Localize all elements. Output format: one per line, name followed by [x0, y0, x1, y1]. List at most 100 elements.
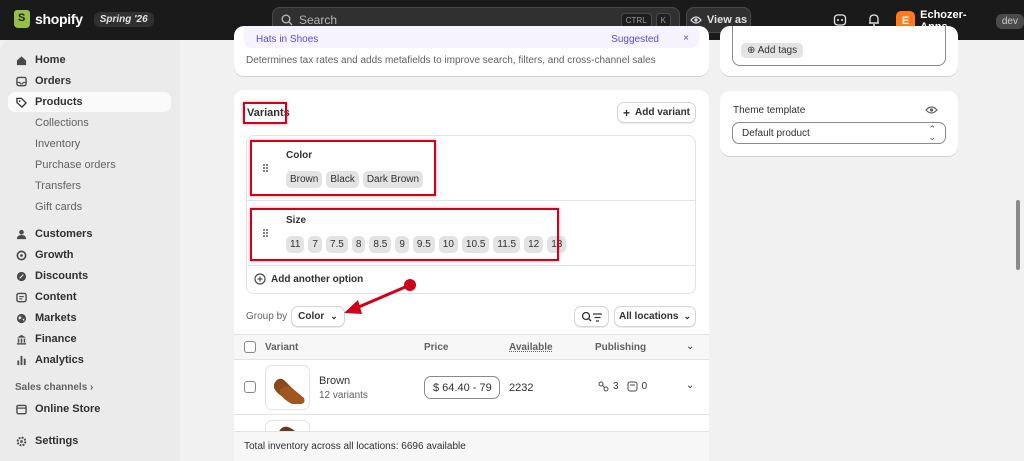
sidebar-item-label: Purchase orders — [35, 159, 116, 171]
column-header-price: Price — [424, 342, 449, 353]
publishing-catalogs-count: 0 — [641, 381, 648, 392]
search-icon — [281, 14, 293, 26]
bank-icon — [16, 334, 27, 345]
sidebar-item-discounts[interactable]: Discounts — [8, 266, 171, 286]
publishing-markets-count: 3 — [613, 381, 619, 392]
expand-row-icon[interactable]: ⌄ — [686, 380, 694, 391]
column-header-available[interactable]: Available — [509, 342, 553, 353]
select-all-checkbox[interactable] — [244, 341, 256, 353]
store-env-badge: dev — [995, 13, 1024, 29]
eye-icon[interactable] — [925, 105, 938, 115]
release-badge[interactable]: Spring '26 — [93, 11, 154, 27]
tag-icon — [16, 97, 27, 108]
sidebar-item-products[interactable]: Products — [8, 92, 171, 112]
home-icon — [16, 55, 27, 65]
chevron-down-icon: ⌄ — [330, 311, 338, 321]
category-suggestion[interactable]: Hats in Shoes Suggested × — [244, 26, 699, 48]
search-filter-button[interactable] — [574, 306, 609, 327]
annotation-box-size — [250, 208, 559, 261]
sidebar-item-analytics[interactable]: Analytics — [8, 350, 171, 370]
sidebar-item-label: Inventory — [35, 138, 81, 150]
theme-template-label: Theme template — [733, 105, 806, 116]
sidebar-item-label: Discounts — [35, 270, 89, 282]
add-variant-button[interactable]: + Add variant — [617, 102, 696, 123]
add-variant-label: Add variant — [635, 107, 691, 118]
storefront-icon — [16, 404, 27, 414]
sidebar-item-label: Content — [35, 291, 77, 303]
globe-icon — [16, 313, 27, 323]
add-tags-label: Add tags — [757, 45, 798, 56]
sidebar-item-label: Growth — [35, 249, 74, 261]
available-quantity: 2232 — [509, 382, 534, 394]
inventory-total-text: Total inventory across all locations: 66… — [244, 441, 466, 452]
sidebar-item-label: Markets — [35, 312, 77, 324]
sidebar-item-finance[interactable]: Finance — [8, 329, 171, 349]
sidebar-item-home[interactable]: Home — [8, 50, 171, 70]
plus-icon: + — [622, 105, 630, 120]
sidebar-item-customers[interactable]: Customers — [8, 224, 171, 244]
chevron-right-icon: › — [90, 382, 94, 393]
eye-icon — [690, 16, 702, 24]
category-card: Hats in Shoes Suggested × Determines tax… — [234, 26, 709, 76]
search-placeholder: Search — [299, 13, 338, 27]
theme-template-value: Default product — [742, 128, 810, 139]
variant-group-name[interactable]: Brown — [319, 375, 350, 387]
divider — [234, 414, 709, 415]
group-by-label: Group by — [246, 311, 288, 322]
theme-template-card: Theme template Default product ⌃ ⌄ — [720, 91, 958, 156]
sidebar-item-label: Settings — [35, 435, 79, 447]
content-icon — [16, 292, 27, 302]
plus-circle-icon — [254, 273, 266, 285]
shopify-bag-icon — [14, 10, 30, 28]
view-as-label: View as — [706, 14, 748, 26]
sidebar-item-collections[interactable]: Collections — [8, 113, 171, 133]
sidebar-item-settings[interactable]: Settings — [8, 431, 171, 451]
sidebar-item-gift-cards[interactable]: Gift cards — [8, 197, 171, 217]
shopify-logo[interactable]: shopify Spring '26 — [14, 10, 154, 28]
publishing-status[interactable]: 3 0 — [598, 381, 647, 392]
sidebar-item-growth[interactable]: Growth — [8, 245, 171, 265]
annotation-box-variants-title — [243, 102, 287, 124]
tags-card: ⊕ Add tags — [720, 26, 958, 76]
page-scrollbar[interactable] — [1016, 200, 1020, 270]
variant-thumbnail[interactable] — [265, 365, 310, 410]
sidebar-item-label: Online Store — [35, 403, 101, 415]
chevron-down-icon: ⌄ — [683, 311, 691, 321]
sales-channels-heading[interactable]: Sales channels › — [15, 382, 93, 393]
person-icon — [16, 229, 27, 239]
row-checkbox[interactable] — [244, 381, 256, 393]
brand-name: shopify — [35, 11, 83, 27]
sidebar-item-content[interactable]: Content — [8, 287, 171, 307]
chevron-down-icon[interactable]: ⌄ — [686, 341, 694, 352]
annotation-arrow — [344, 279, 416, 314]
sidebar-item-label: Analytics — [35, 354, 84, 366]
add-tags-chip[interactable]: ⊕ Add tags — [741, 43, 804, 58]
category-suggestion-text: Hats in Shoes — [256, 34, 319, 45]
divider — [247, 265, 695, 266]
sidebar-item-orders[interactable]: Orders — [8, 71, 171, 91]
discount-icon — [16, 271, 27, 281]
sidebar-item-label: Finance — [35, 333, 77, 345]
column-header-publishing: Publishing — [595, 342, 647, 353]
locations-select[interactable]: All locations ⌄ — [614, 306, 696, 327]
theme-template-select[interactable]: Default product ⌃ ⌄ — [732, 122, 946, 144]
sidebar-item-markets[interactable]: Markets — [8, 308, 171, 328]
tags-input[interactable]: ⊕ Add tags — [732, 26, 946, 66]
sidebar-item-label: Transfers — [35, 180, 82, 192]
sidebar-item-transfers[interactable]: Transfers — [8, 176, 171, 196]
sidebar-item-inventory[interactable]: Inventory — [8, 134, 171, 154]
price-range-field[interactable]: $ 64.40 - 79 — [424, 376, 500, 399]
close-icon[interactable]: × — [683, 33, 689, 44]
group-by-select[interactable]: Color ⌄ — [291, 306, 345, 327]
column-header-variant: Variant — [265, 342, 299, 353]
sidebar-item-online-store[interactable]: Online Store — [8, 399, 171, 419]
inventory-footer: Total inventory across all locations: 66… — [234, 431, 709, 461]
annotation-box-color — [250, 140, 436, 196]
growth-icon — [16, 250, 27, 260]
sidebar-item-purchase-orders[interactable]: Purchase orders — [8, 155, 171, 175]
locations-label: All locations — [619, 311, 679, 322]
category-description: Determines tax rates and adds metafields… — [246, 55, 656, 66]
brown-shoe-image — [274, 378, 305, 404]
variant-count: 12 variants — [319, 390, 368, 401]
gear-icon — [16, 436, 27, 446]
